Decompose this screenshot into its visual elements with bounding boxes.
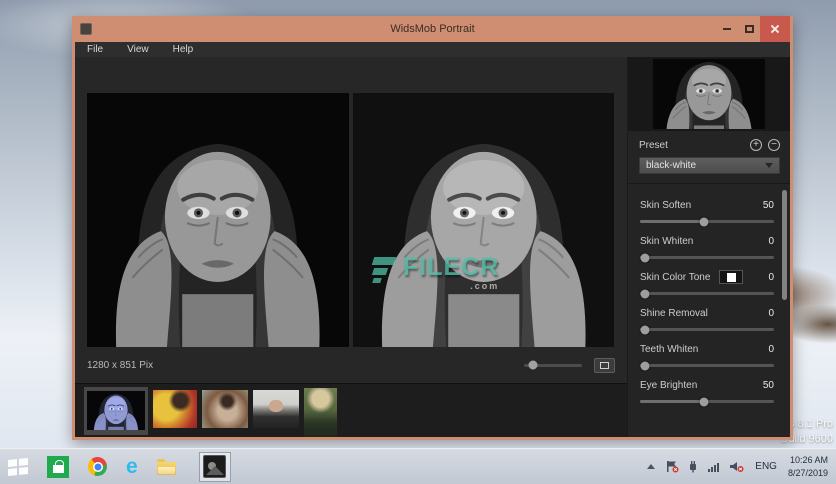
preset-dropdown[interactable]: black-white [639,157,780,174]
filmstrip-thumbnail-4[interactable] [253,390,299,428]
titlebar: WidsMob Portrait [75,16,790,42]
canvas-area: FILECR .com [75,57,627,347]
color-tone-swatch-button[interactable] [719,270,743,284]
minimize-button[interactable] [716,16,738,42]
teeth-whiten-slider[interactable] [640,364,774,367]
slider-thumb[interactable] [700,397,709,406]
windows-store-icon[interactable] [47,456,69,478]
menu-file[interactable]: File [87,44,103,55]
add-preset-icon[interactable]: + [750,139,762,151]
desktop: s 8.1 Pro Build 9600 WidsMob Portrait Fi… [0,0,836,484]
remove-preset-icon[interactable]: − [768,139,780,151]
menu-help[interactable]: Help [173,44,194,55]
fit-screen-button[interactable] [594,358,615,373]
filmstrip-thumbnail-2[interactable] [153,390,197,428]
skin-soften-label: Skin Soften [640,200,691,211]
preset-label: Preset [639,140,668,151]
filmstrip-thumbnail-3[interactable] [202,390,248,428]
skin-color-tone-label: Skin Color Tone [640,272,710,283]
system-clock[interactable]: 10:26 AM 8/27/2019 [788,454,828,478]
filmstrip-thumbnail-1[interactable] [87,391,145,430]
slider-thumb[interactable] [641,361,650,370]
skin-soften-value: 50 [763,200,774,211]
slider-thumb[interactable] [641,325,650,334]
filmstrip-thumbnail-5[interactable] [304,388,337,437]
skin-whiten-value: 0 [768,236,774,247]
slider-thumb[interactable] [700,217,709,226]
tray-date: 8/27/2019 [788,467,828,479]
preset-dropdown-value: black-white [646,160,696,171]
menubar: File View Help [75,42,790,57]
sidebar-scrollbar[interactable] [782,190,787,300]
slider-row-shine-removal: Shine Removal 0 [640,305,774,331]
app-window: WidsMob Portrait File View Help [72,16,793,440]
teeth-whiten-label: Teeth Whiten [640,344,698,355]
taskbar: e [0,448,836,484]
widsmob-app-icon [203,455,226,478]
chevron-down-icon [765,163,773,168]
tray-time: 10:26 AM [788,454,828,466]
menu-view[interactable]: View [127,44,149,55]
adjustments-sidebar: Preset + − black-white Skin Soften [627,57,790,437]
eye-brighten-value: 50 [763,380,774,391]
tray-expand-icon[interactable] [647,464,655,469]
slider-thumb[interactable] [641,289,650,298]
maximize-button[interactable] [738,16,760,42]
start-button[interactable] [8,457,28,475]
internet-explorer-icon[interactable]: e [126,457,138,477]
shine-removal-label: Shine Removal [640,308,708,319]
slider-row-skin-color-tone: Skin Color Tone 0 [640,269,774,295]
slider-thumb[interactable] [641,253,650,262]
action-center-flag-icon[interactable] [665,460,679,473]
network-signal-icon[interactable] [707,460,721,473]
filecr-logo-icon [373,255,397,285]
slider-row-teeth-whiten: Teeth Whiten 0 [640,341,774,367]
filecr-tld-text: .com [403,281,499,291]
sliders-panel: Skin Soften 50 Skin Whiten 0 [628,184,790,437]
skin-color-tone-slider[interactable] [640,292,774,295]
shine-removal-value: 0 [768,308,774,319]
maximize-icon [745,25,754,33]
file-explorer-icon[interactable] [157,462,176,475]
slider-row-eye-brighten: Eye Brighten 50 [640,377,774,403]
filecr-watermark: FILECR .com [373,255,499,291]
chrome-icon[interactable] [88,457,107,476]
language-indicator[interactable]: ENG [755,461,777,472]
volume-muted-icon[interactable] [729,460,744,473]
before-image [87,93,349,347]
status-bar: 1280 x 851 Pix [75,347,627,383]
slider-row-skin-soften: Skin Soften 50 [640,197,774,223]
slider-row-skin-whiten: Skin Whiten 0 [640,233,774,259]
skin-color-tone-value: 0 [768,272,774,283]
image-dimensions: 1280 x 851 Pix [87,360,153,371]
preview-thumbnail [653,59,765,129]
filecr-brand-text: FILECR [403,255,499,280]
window-title: WidsMob Portrait [75,23,790,35]
close-button[interactable] [760,16,790,42]
eye-brighten-slider[interactable] [640,400,774,403]
power-plug-icon[interactable] [687,460,699,473]
skin-whiten-slider[interactable] [640,256,774,259]
skin-soften-slider[interactable] [640,220,774,223]
fit-screen-icon [600,362,609,369]
after-image [353,93,615,347]
teeth-whiten-value: 0 [768,344,774,355]
minimize-icon [723,28,731,30]
selected-thumbnail-frame [84,387,148,435]
zoom-slider-thumb[interactable] [528,361,537,370]
filmstrip [75,383,627,437]
skin-whiten-label: Skin Whiten [640,236,693,247]
canvas-column: FILECR .com 1280 x 851 Pix [75,57,627,437]
preview-box [628,57,790,131]
zoom-slider[interactable] [524,364,582,367]
eye-brighten-label: Eye Brighten [640,380,697,391]
widsmob-taskbar-button[interactable] [199,452,231,482]
shine-removal-slider[interactable] [640,328,774,331]
color-tone-swatch [727,273,736,282]
